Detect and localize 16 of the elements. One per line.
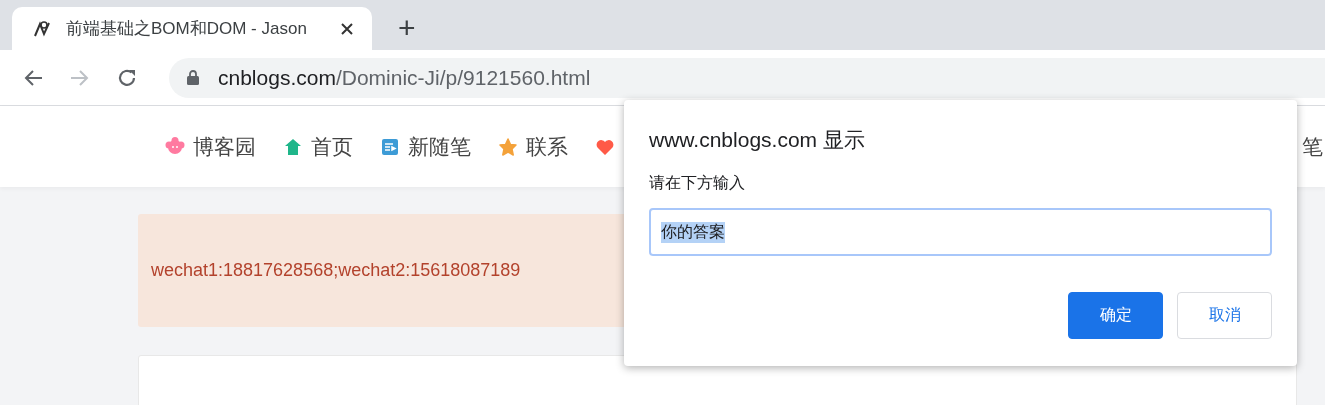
nav-link[interactable]: 博客园: [193, 132, 256, 161]
ok-button[interactable]: 确定: [1068, 292, 1163, 339]
dialog-title: www.cnblogs.com 显示: [649, 127, 866, 153]
address-bar[interactable]: cnblogs.com/Dominic-Ji/p/9121560.html: [169, 57, 1325, 98]
nav-link[interactable]: 新随笔: [408, 132, 471, 161]
tab-title: 前端基础之BOM和DOM - Jason: [66, 18, 308, 40]
browser-tab[interactable]: 前端基础之BOM和DOM - Jason: [12, 7, 372, 50]
cancel-button[interactable]: 取消: [1177, 292, 1272, 339]
nav-link[interactable]: 联系: [526, 132, 568, 161]
dialog-message: 请在下方输入: [649, 173, 746, 193]
nav-link[interactable]: 首页: [311, 132, 353, 161]
contact-text: wechat1:18817628568;wechat2:15618087189: [151, 260, 521, 281]
input-field[interactable]: 你的答案: [649, 208, 1272, 256]
nav-link[interactable]: 笔: [1302, 132, 1323, 161]
url-text: cnblogs.com/Dominic-Ji/p/9121560.html: [218, 65, 591, 90]
new-tab-button[interactable]: +: [394, 10, 420, 46]
